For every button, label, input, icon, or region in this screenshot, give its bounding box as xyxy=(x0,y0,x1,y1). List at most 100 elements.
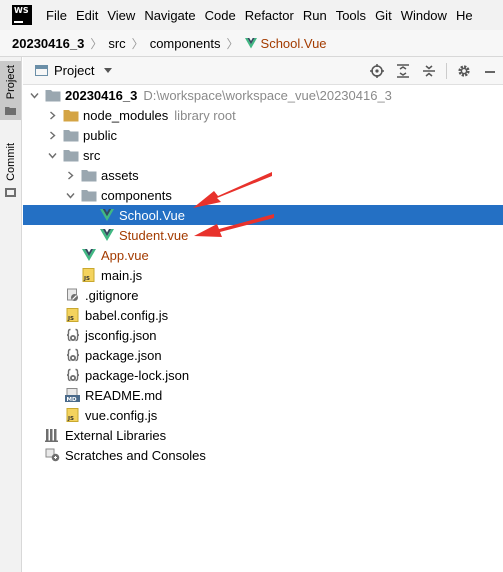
locate-file-icon[interactable] xyxy=(369,63,385,79)
tree-item-node-modules[interactable]: node_modules library root xyxy=(23,105,503,125)
markdown-file-icon: MD xyxy=(65,388,81,402)
tree-item-package-json[interactable]: package.json xyxy=(23,345,503,365)
json-file-icon xyxy=(65,348,81,362)
js-icon-label: JS xyxy=(67,416,74,422)
tree-item-external-libraries[interactable]: External Libraries xyxy=(23,425,503,445)
vue-file-icon xyxy=(99,228,115,242)
project-panel-title[interactable]: Project xyxy=(54,63,94,78)
js-file-icon: JS xyxy=(81,268,97,282)
menu-window[interactable]: Window xyxy=(401,8,447,23)
expand-all-icon[interactable] xyxy=(395,63,411,79)
tree-item-babel-config[interactable]: JS babel.config.js xyxy=(23,305,503,325)
tree-item-assets[interactable]: assets xyxy=(23,165,503,185)
tree-item-label: package.json xyxy=(85,347,162,363)
tree-item-jsconfig[interactable]: jsconfig.json xyxy=(23,325,503,345)
tree-item-readme[interactable]: MD README.md xyxy=(23,385,503,405)
tree-item-label: 20230416_3 xyxy=(65,87,138,103)
folder-icon xyxy=(63,108,79,122)
tree-item-label: Student.vue xyxy=(119,227,189,243)
chevron-down-icon[interactable] xyxy=(47,150,57,160)
tree-item-path: D:\workspace\workspace_vue\20230416_3 xyxy=(143,87,392,103)
tree-item-label: .gitignore xyxy=(85,287,139,303)
tree-item-label: vue.config.js xyxy=(85,407,158,423)
menu-run[interactable]: Run xyxy=(303,8,327,23)
js-icon-label: JS xyxy=(83,276,90,282)
chevron-right-icon[interactable] xyxy=(47,130,57,140)
tree-item-scratches[interactable]: Scratches and Consoles xyxy=(23,445,503,465)
folder-icon xyxy=(5,107,16,116)
tree-item-label: babel.config.js xyxy=(85,307,169,323)
vue-file-icon xyxy=(81,248,97,262)
menu-code[interactable]: Code xyxy=(205,8,236,23)
scratches-icon xyxy=(45,448,61,462)
tool-window-strip: Project Commit xyxy=(0,57,22,572)
gitignore-file-icon xyxy=(65,288,81,302)
tree-item-root[interactable]: 20230416_3 D:\workspace\workspace_vue\20… xyxy=(23,85,503,105)
json-file-icon xyxy=(65,328,81,342)
tree-item-label: README.md xyxy=(85,387,163,403)
webstorm-logo-icon[interactable]: WS xyxy=(12,5,32,25)
external-libraries-icon xyxy=(45,428,61,442)
tab-commit-label: Commit xyxy=(4,143,17,181)
json-file-icon xyxy=(65,368,81,382)
chevron-right-icon[interactable] xyxy=(65,170,75,180)
tree-item-label: App.vue xyxy=(101,247,149,263)
md-icon-label: MD xyxy=(67,397,77,402)
chevron-down-icon[interactable] xyxy=(65,190,75,200)
tree-item-label: package-lock.json xyxy=(85,367,190,383)
tree-item-package-lock[interactable]: package-lock.json xyxy=(23,365,503,385)
hide-panel-icon[interactable] xyxy=(482,63,498,79)
tree-item-label: src xyxy=(83,147,101,163)
breadcrumb-components[interactable]: components xyxy=(150,36,221,51)
toolbar-divider xyxy=(446,63,447,79)
menu-git[interactable]: Git xyxy=(375,8,392,23)
menu-bar: WS File Edit View Navigate Code Refactor… xyxy=(0,0,503,30)
js-icon-label: JS xyxy=(67,316,74,322)
tree-item-main-js[interactable]: JS main.js xyxy=(23,265,503,285)
breadcrumb-file[interactable]: School.Vue xyxy=(261,36,327,51)
tree-item-label: jsconfig.json xyxy=(85,327,157,343)
menu-refactor[interactable]: Refactor xyxy=(245,8,294,23)
chevron-down-icon[interactable] xyxy=(104,68,113,73)
commit-icon xyxy=(5,187,16,197)
tree-item-gitignore[interactable]: .gitignore xyxy=(23,285,503,305)
project-panel-header: Project xyxy=(23,57,503,85)
tree-item-vue-config[interactable]: JS vue.config.js xyxy=(23,405,503,425)
tree-item-app-vue[interactable]: App.vue xyxy=(23,245,503,265)
tree-item-components[interactable]: components xyxy=(23,185,503,205)
breadcrumb-src[interactable]: src xyxy=(108,36,125,51)
menu-file[interactable]: File xyxy=(46,8,67,23)
gear-icon[interactable] xyxy=(456,63,472,79)
tree-item-school-vue[interactable]: School.Vue xyxy=(23,205,503,225)
js-file-icon: JS xyxy=(65,308,81,322)
menu-view[interactable]: View xyxy=(107,8,135,23)
menu-edit[interactable]: Edit xyxy=(76,8,98,23)
menu-help[interactable]: He xyxy=(456,8,473,23)
vue-file-icon xyxy=(244,37,257,48)
project-window-icon xyxy=(35,65,48,76)
tree-item-src[interactable]: src xyxy=(23,145,503,165)
project-header-toolbar xyxy=(364,57,503,85)
tree-item-label: External Libraries xyxy=(65,427,167,443)
chevron-down-icon[interactable] xyxy=(29,90,39,100)
vue-file-icon xyxy=(99,208,115,222)
tree-item-label: node_modules xyxy=(83,107,169,123)
tree-item-label: Scratches and Consoles xyxy=(65,447,206,463)
tree-item-label: public xyxy=(83,127,117,143)
breadcrumb-root[interactable]: 20230416_3 xyxy=(12,36,84,51)
chevron-right-icon[interactable] xyxy=(47,110,57,120)
folder-icon xyxy=(81,188,97,202)
tree-item-student-vue[interactable]: Student.vue xyxy=(23,225,503,245)
folder-icon xyxy=(45,88,61,102)
collapse-all-icon[interactable] xyxy=(421,63,437,79)
tab-commit[interactable]: Commit xyxy=(0,139,21,202)
menu-tools[interactable]: Tools xyxy=(336,8,366,23)
tree-item-label: components xyxy=(101,187,172,203)
folder-icon xyxy=(63,128,79,142)
menu-navigate[interactable]: Navigate xyxy=(144,8,195,23)
tree-item-public[interactable]: public xyxy=(23,125,503,145)
tree-item-note: library root xyxy=(174,107,236,123)
tab-project[interactable]: Project xyxy=(0,61,21,121)
folder-icon xyxy=(81,168,97,182)
breadcrumb-separator-icon: 〉 xyxy=(131,36,144,51)
